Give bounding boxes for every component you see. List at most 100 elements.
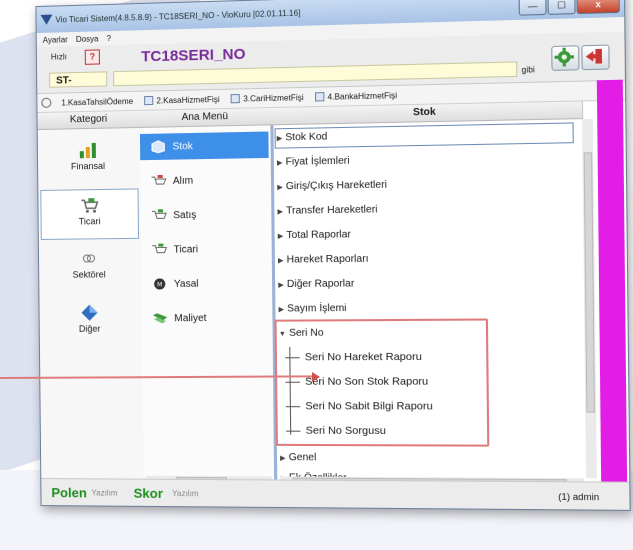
tree-child-label: Seri No Sorgusu bbox=[305, 424, 386, 438]
cart-icon bbox=[151, 243, 167, 257]
tree-item[interactable]: ▶ Hareket Raporları bbox=[278, 248, 369, 271]
diamond-icon bbox=[81, 304, 98, 321]
tree-item[interactable]: ▶ Stok Kod bbox=[277, 126, 328, 149]
gear-icon bbox=[554, 47, 574, 67]
quick-action-4[interactable]: 4.BankaHizmetFişi bbox=[314, 90, 397, 102]
search-input[interactable] bbox=[113, 61, 518, 87]
kategori-sektorel[interactable]: Sektörel bbox=[41, 243, 138, 292]
svg-text:M: M bbox=[157, 281, 162, 288]
help-button[interactable]: ? bbox=[84, 49, 100, 65]
close-button[interactable]: x bbox=[576, 0, 620, 15]
quick-code-input[interactable]: ST- bbox=[49, 71, 108, 88]
main-panel: Kategori Ana Menü Stok Finansal Ticari S… bbox=[37, 100, 630, 489]
menu-item-label: Stok bbox=[172, 140, 193, 153]
collapse-arrow-icon: ▼ bbox=[278, 330, 286, 338]
cart-icon bbox=[150, 174, 166, 188]
tree-child-item[interactable]: Seri No Hareket Raporu bbox=[285, 345, 422, 370]
tree-item[interactable]: ▶ Giriş/Çıkış Hareketleri bbox=[277, 174, 387, 198]
quick-action-label: 3.CariHizmetFişi bbox=[243, 92, 304, 104]
kategori-label: Diğer bbox=[78, 323, 101, 334]
scrollbar-thumb[interactable] bbox=[583, 152, 596, 413]
menu-item-label: Ticari bbox=[173, 243, 199, 256]
window-title: Vio Ticari Sistem(4.8.5.8.9) - TC18SERI_… bbox=[55, 7, 301, 24]
document-icon bbox=[314, 92, 324, 102]
quick-action-label: 1.KasaTahsilÖdeme bbox=[61, 96, 134, 107]
kategori-label: Finansal bbox=[70, 160, 106, 172]
tree-item[interactable]: ▶ Total Raporlar bbox=[278, 224, 351, 247]
tree-item-label: Stok Kod bbox=[285, 131, 328, 144]
tree-item[interactable]: ▶ Fiyat İşlemleri bbox=[277, 150, 350, 174]
add-icon bbox=[41, 97, 52, 108]
tree-vertical-scrollbar[interactable] bbox=[582, 118, 597, 479]
menu-item-label: Alım bbox=[172, 174, 194, 187]
expand-arrow-icon: ▶ bbox=[276, 159, 283, 167]
expand-arrow-icon: ▶ bbox=[278, 281, 284, 290]
kategori-ticari[interactable]: Ticari bbox=[40, 188, 140, 240]
gibi-label: gibi bbox=[521, 65, 535, 75]
status-bar: Polen Yazılım Skor Yazılım (1) admin bbox=[41, 478, 630, 510]
tree-item-label: Giriş/Çıkış Hareketleri bbox=[285, 179, 388, 193]
minimize-button[interactable]: — bbox=[518, 0, 547, 16]
kategori-column: Finansal Ticari Sektörel Diğer bbox=[37, 127, 145, 486]
quick-action-2[interactable]: 2.KasaHizmetFişi bbox=[143, 94, 220, 106]
kategori-header: Kategori bbox=[37, 110, 141, 130]
tree-item[interactable]: ▶ Diğer Raporlar bbox=[278, 273, 354, 296]
menu-help[interactable]: ? bbox=[107, 34, 112, 43]
callout-arrow-icon bbox=[312, 372, 320, 382]
tree-item-label: Sayım İşlemi bbox=[287, 302, 347, 315]
menu-item-stok[interactable]: Stok bbox=[139, 131, 269, 161]
expand-arrow-icon: ▶ bbox=[277, 257, 284, 265]
user-status: (1) admin bbox=[558, 491, 600, 503]
exit-button[interactable] bbox=[581, 44, 610, 71]
settings-button[interactable] bbox=[551, 45, 580, 71]
quick-action-label: 2.KasaHizmetFişi bbox=[156, 94, 220, 105]
link-icon bbox=[82, 249, 99, 267]
tree-item-seri-no[interactable]: ▼ Seri No bbox=[279, 322, 324, 345]
expand-arrow-icon: ▶ bbox=[280, 455, 286, 463]
tree-item-label: Genel bbox=[288, 452, 317, 464]
menu-ayarlar[interactable]: Ayarlar bbox=[43, 35, 68, 45]
expand-arrow-icon: ▶ bbox=[277, 233, 284, 241]
quick-action-3[interactable]: 3.CariHizmetFişi bbox=[230, 92, 304, 104]
side-accent-bar bbox=[596, 79, 628, 498]
tree-child-label: Seri No Sabit Bilgi Raporu bbox=[305, 400, 433, 413]
menu-item-maliyet[interactable]: Maliyet bbox=[142, 304, 271, 331]
menu-item-label: Yasal bbox=[173, 278, 199, 290]
kategori-diger[interactable]: Diğer bbox=[41, 297, 138, 346]
expand-arrow-icon: ▶ bbox=[276, 135, 283, 143]
chart-icon bbox=[79, 142, 96, 158]
menu-item-label: Maliyet bbox=[174, 312, 207, 324]
app-window: Vio Ticari Sistem(4.8.5.8.9) - TC18SERI_… bbox=[35, 0, 631, 511]
ana-menu-column: Stok Alım Satış Ticari M Yasal Maliyet bbox=[139, 125, 276, 487]
menu-item-satis[interactable]: Satış bbox=[141, 201, 270, 229]
maximize-button[interactable]: ☐ bbox=[547, 0, 576, 15]
tree-item[interactable]: ▶ Genel bbox=[280, 447, 316, 470]
brand-polen-sub: Yazılım bbox=[91, 488, 118, 498]
expand-arrow-icon: ▶ bbox=[277, 208, 284, 216]
menu-item-alim[interactable]: Alım bbox=[140, 166, 269, 194]
brand-polen: Polen bbox=[51, 485, 87, 501]
tree-item[interactable]: ▶ Transfer Hareketleri bbox=[277, 199, 377, 223]
brand-skor: Skor bbox=[133, 485, 163, 501]
exit-icon bbox=[585, 48, 603, 64]
kategori-finansal[interactable]: Finansal bbox=[40, 134, 137, 184]
menu-item-ticari[interactable]: Ticari bbox=[141, 235, 270, 263]
menu-dosya[interactable]: Dosya bbox=[76, 34, 99, 44]
menu-item-yasal[interactable]: M Yasal bbox=[141, 270, 270, 297]
stok-tree: ▶ Stok Kod ▶ Fiyat İşlemleri ▶ Giriş/Çıkış … bbox=[274, 119, 584, 489]
badge-icon: M bbox=[154, 278, 166, 290]
quick-action-1[interactable]: 1.KasaTahsilÖdeme bbox=[61, 96, 133, 107]
hizli-label: Hızlı bbox=[50, 52, 67, 62]
document-icon bbox=[143, 95, 153, 105]
tree-child-label: Seri No Hareket Raporu bbox=[304, 350, 422, 364]
tree-child-item[interactable]: Seri No Sorgusu bbox=[285, 418, 386, 443]
tree-item-label: Total Raporlar bbox=[286, 229, 352, 242]
tree-child-item[interactable]: Seri No Sabit Bilgi Raporu bbox=[285, 394, 433, 419]
tree-item[interactable]: ▶ Sayım İşlemi bbox=[278, 298, 346, 321]
tree-item-label: Seri No bbox=[288, 327, 324, 339]
cart-icon bbox=[151, 208, 167, 222]
expand-arrow-icon: ▶ bbox=[277, 184, 283, 192]
tree-child-item[interactable]: Seri No Son Stok Raporu bbox=[285, 369, 428, 394]
expand-arrow-icon: ▶ bbox=[278, 306, 285, 314]
document-icon bbox=[230, 93, 240, 103]
